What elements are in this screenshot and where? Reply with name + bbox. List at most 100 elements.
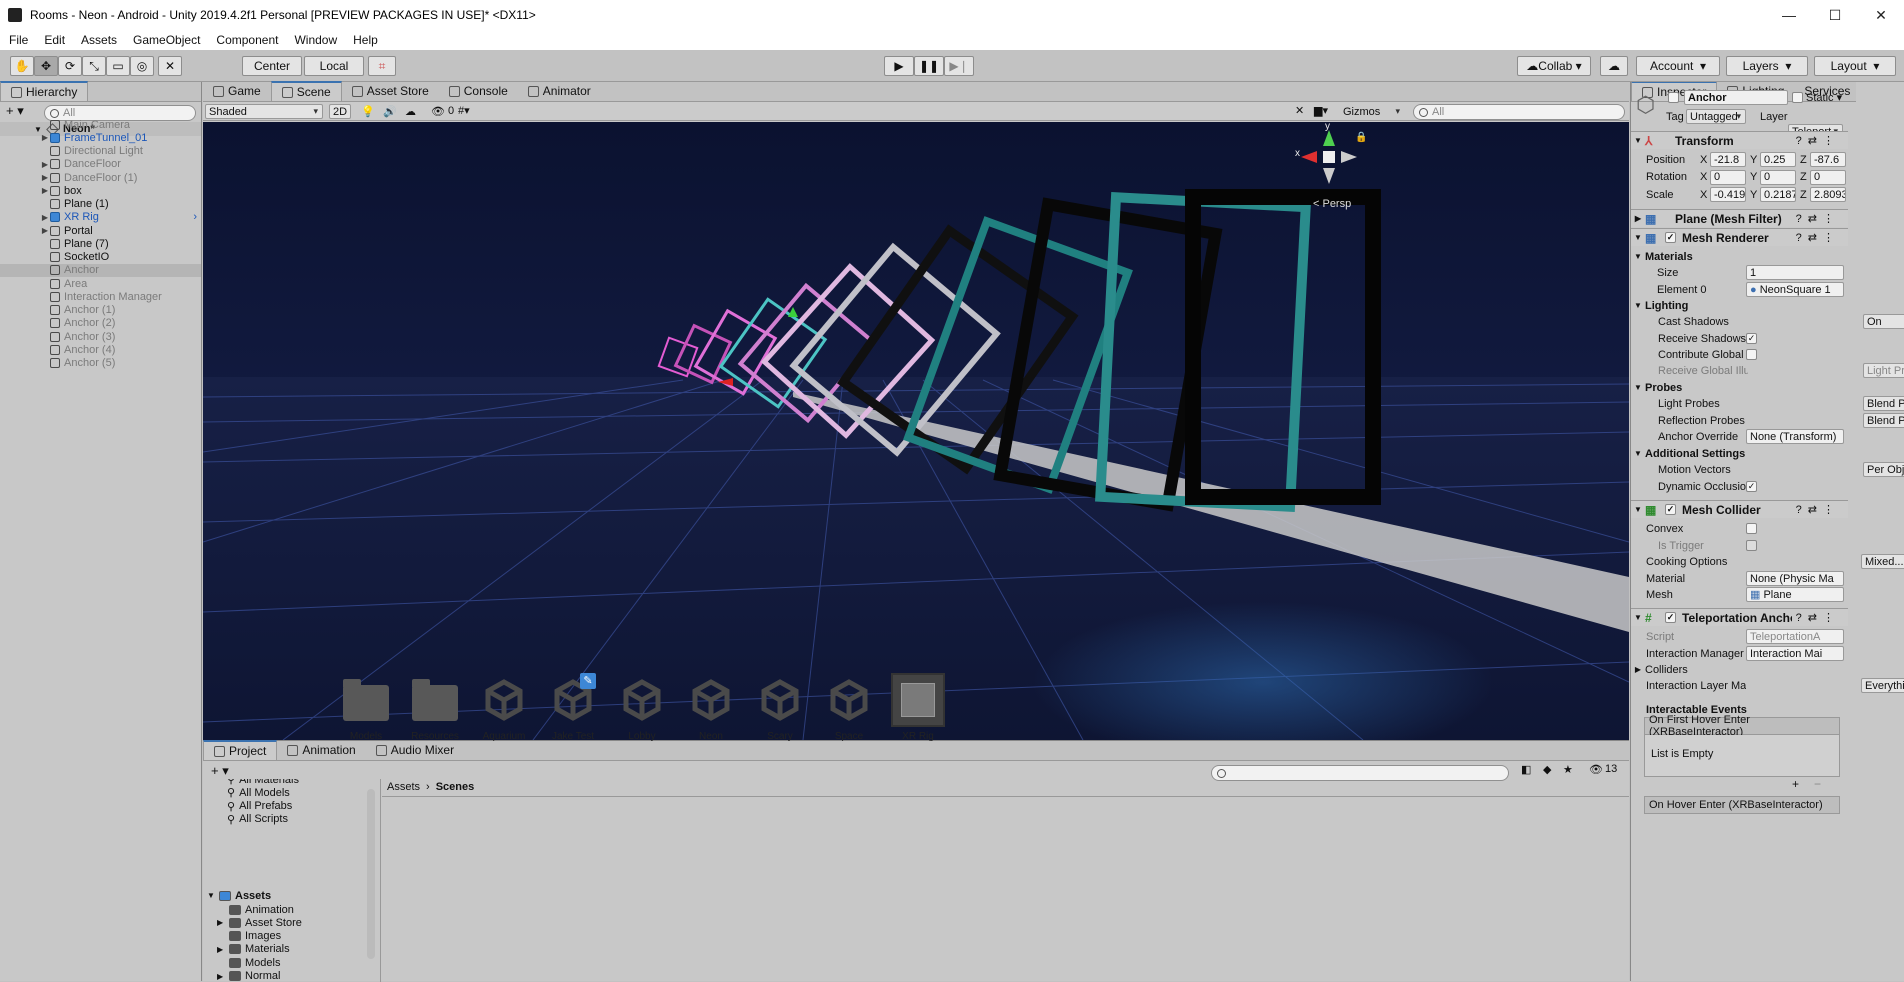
hierarchy-item[interactable]: Anchor (3) [0, 330, 201, 343]
menu-file[interactable]: File [9, 33, 28, 47]
hierarchy-item[interactable]: ▶DanceFloor [0, 158, 201, 171]
materials-foldout[interactable]: ▼Materials [1631, 248, 1848, 265]
layers-dropdown[interactable]: Layers ▾ [1726, 56, 1808, 76]
cast-shadows-dropdown[interactable]: On [1863, 314, 1904, 329]
audio-toggle-icon[interactable]: 🔊 [383, 105, 397, 118]
reflection-probes-dropdown[interactable]: Blend Probes [1863, 413, 1904, 428]
transform-header[interactable]: ▼ ⅄ Transform ?⇄⋮ [1631, 131, 1848, 149]
component-menu-icons[interactable]: ?⇄⋮ [1796, 503, 1840, 516]
asset-item[interactable]: Lobby [609, 673, 675, 725]
asset-item[interactable]: Aquarium [471, 673, 537, 725]
material-field[interactable]: None (Physic Ma [1746, 571, 1844, 586]
project-create-button[interactable]: + ▾ [211, 763, 229, 779]
tree-folder-item[interactable]: ▶Materials [217, 943, 290, 956]
convex-checkbox[interactable] [1746, 523, 1757, 534]
transform-x-field[interactable]: 0 [1710, 170, 1746, 185]
asset-item[interactable]: Resources [402, 673, 468, 721]
motion-vectors-dropdown[interactable]: Per Object Motion [1863, 462, 1904, 477]
grid-toggle-icon[interactable]: #▾ [458, 104, 470, 117]
menu-window[interactable]: Window [294, 33, 337, 47]
open-prefab-icon[interactable]: › [193, 211, 197, 223]
transform-z-field[interactable]: 2.8093 [1810, 187, 1846, 202]
expand-arrow-icon[interactable]: ▶ [217, 972, 229, 981]
asset-item[interactable]: Models [333, 673, 399, 721]
pivot-center-button[interactable]: Center [242, 56, 302, 76]
add-event-button[interactable]: + [1792, 777, 1799, 791]
hierarchy-item[interactable]: Plane (7) [0, 237, 201, 250]
light-probes-dropdown[interactable]: Blend Probes [1863, 396, 1904, 411]
tab-project[interactable]: Project [203, 740, 277, 760]
static-label[interactable]: Static ▾ [1806, 91, 1842, 104]
layout-dropdown[interactable]: Layout ▾ [1814, 56, 1896, 76]
mesh-renderer-enabled-checkbox[interactable]: ✓ [1665, 232, 1676, 243]
tab-console[interactable]: Console [439, 81, 518, 101]
static-checkbox[interactable] [1792, 92, 1803, 103]
account-dropdown[interactable]: Account ▾ [1636, 56, 1720, 76]
interaction-layer-dropdown[interactable]: Everything [1861, 678, 1904, 693]
component-menu-icons[interactable]: ?⇄⋮ [1796, 611, 1840, 624]
transform-z-field[interactable]: -87.6 [1810, 152, 1846, 167]
tab-game[interactable]: Game [203, 81, 271, 101]
move-tool-icon[interactable]: ✥ [34, 56, 58, 76]
mesh-collider-header[interactable]: ▼ ▦ ✓ Mesh Collider ?⇄⋮ [1631, 500, 1848, 518]
expand-arrow-icon[interactable]: ▶ [217, 945, 229, 954]
component-menu-icons[interactable]: ?⇄⋮ [1796, 212, 1840, 225]
gameobject-name-field[interactable]: Anchor [1684, 90, 1788, 105]
teleport-anchor-enabled-checkbox[interactable]: ✓ [1665, 612, 1676, 623]
scale-tool-icon[interactable]: ⤡ [82, 56, 106, 76]
interaction-manager-field[interactable]: Interaction Mai [1746, 646, 1844, 661]
hidden-objects-toggle[interactable]: 👁0 [431, 105, 454, 118]
asset-item[interactable]: Space [816, 673, 882, 725]
pivot-local-button[interactable]: Local [304, 56, 364, 76]
asset-item[interactable]: XR Rig [885, 673, 951, 727]
menu-component[interactable]: Component [216, 33, 278, 47]
size-field[interactable]: 1 [1746, 265, 1844, 280]
hierarchy-item[interactable]: Directional Light [0, 145, 201, 158]
menu-gameobject[interactable]: GameObject [133, 33, 200, 47]
lighting-toggle-icon[interactable]: 💡 [361, 105, 375, 118]
tab-animation[interactable]: Animation [277, 740, 365, 760]
hierarchy-item[interactable]: Main Camera [0, 118, 201, 131]
mesh-collider-enabled-checkbox[interactable]: ✓ [1665, 504, 1676, 515]
mesh-field[interactable]: ▦ Plane [1746, 587, 1844, 602]
hierarchy-item[interactable]: Anchor (1) [0, 304, 201, 317]
persp-label[interactable]: < Persp [1313, 198, 1351, 210]
hierarchy-item[interactable]: Anchor [0, 264, 201, 277]
filter-by-type-icon[interactable]: ◧ [1521, 763, 1531, 776]
cloud-services-icon[interactable]: ☁ [1600, 56, 1628, 76]
collab-button[interactable]: ☁ Collab ▾ [1517, 56, 1591, 76]
teleport-anchor-header[interactable]: ▼ # ✓ Teleportation Anchor (S ?⇄⋮ [1631, 608, 1848, 626]
pause-button[interactable]: ❚❚ [914, 56, 944, 76]
breadcrumb-assets[interactable]: Assets [387, 781, 420, 793]
expand-arrow-icon[interactable]: ▶ [217, 918, 229, 927]
probes-foldout[interactable]: ▼Probes [1631, 379, 1848, 396]
tools-icon[interactable]: ✕ [1295, 104, 1304, 117]
hierarchy-item[interactable]: Interaction Manager [0, 290, 201, 303]
scene-viewport[interactable]: y x < Persp 🔒 [203, 122, 1629, 740]
hierarchy-item[interactable]: ▶DanceFloor (1) [0, 171, 201, 184]
tree-scrollbar[interactable] [367, 789, 375, 959]
transform-y-field[interactable]: 0.25 [1760, 152, 1796, 167]
expand-arrow-icon[interactable]: ▶ [40, 133, 50, 142]
hierarchy-item[interactable]: Anchor (5) [0, 357, 201, 370]
contribute-gi-checkbox[interactable] [1746, 349, 1757, 360]
menu-edit[interactable]: Edit [44, 33, 65, 47]
project-search[interactable] [1211, 765, 1509, 781]
transform-tool-icon[interactable]: ◎ [130, 56, 154, 76]
tree-folder-item[interactable]: ▶Normal [217, 970, 280, 982]
receive-shadows-checkbox[interactable]: ✓ [1746, 333, 1757, 344]
expand-arrow-icon[interactable]: ▶ [40, 226, 50, 235]
gizmos-dropdown[interactable]: Gizmos [1340, 104, 1404, 119]
hidden-packages-toggle[interactable]: 👁13 [1589, 763, 1617, 776]
expand-arrow-icon[interactable]: ▶ [40, 160, 50, 169]
shading-mode-dropdown[interactable]: Shaded [205, 104, 323, 119]
colliders-foldout[interactable]: ▶Colliders [1631, 661, 1848, 678]
tab-animator[interactable]: Animator [518, 81, 601, 101]
lighting-foldout[interactable]: ▼Lighting [1631, 297, 1848, 314]
hierarchy-item[interactable]: Area [0, 277, 201, 290]
asset-item[interactable]: Scary [747, 673, 813, 725]
dynamic-occlusion-checkbox[interactable]: ✓ [1746, 481, 1757, 492]
tree-folder-item[interactable]: Images [217, 930, 281, 943]
hierarchy-item[interactable]: SocketIO [0, 251, 201, 264]
rect-tool-icon[interactable]: ▭ [106, 56, 130, 76]
